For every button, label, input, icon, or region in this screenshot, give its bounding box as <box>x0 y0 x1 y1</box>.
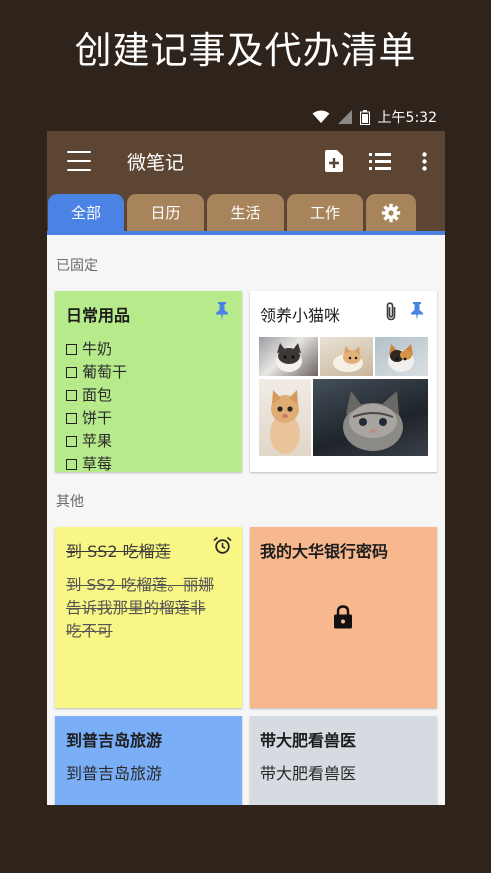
tab-all[interactable]: 全部 <box>48 194 124 231</box>
pin-icon <box>216 302 228 320</box>
note-card-daily[interactable]: 日常用品 牛奶 葡萄干 面包 饼干 苹果 草莓 <box>55 291 242 472</box>
battery-icon <box>359 109 370 125</box>
cat-photo[interactable] <box>375 337 428 376</box>
checklist-item[interactable]: 苹果 <box>66 430 127 453</box>
status-time: 上午5:32 <box>377 110 437 126</box>
section-others-label: 其他 <box>56 494 84 510</box>
tab-life[interactable]: 生活 <box>207 194 284 231</box>
more-options-button[interactable] <box>403 138 445 184</box>
more-vert-icon <box>421 151 427 171</box>
wifi-icon <box>312 110 330 124</box>
list-view-icon <box>369 152 391 170</box>
app-bar: 微笔记 <box>47 131 445 191</box>
checkbox[interactable] <box>66 413 77 424</box>
new-note-icon <box>325 150 343 172</box>
checkbox[interactable] <box>66 436 77 447</box>
list-view-button[interactable] <box>357 138 403 184</box>
gear-icon <box>381 203 401 222</box>
checklist-item[interactable]: 牛奶 <box>66 338 127 361</box>
checklist-item[interactable]: 葡萄干 <box>66 361 127 384</box>
note-card-cats[interactable]: 领养小猫咪 <box>250 291 437 472</box>
checkbox[interactable] <box>66 367 77 378</box>
app-title: 微笔记 <box>127 151 185 174</box>
phone-screen: 上午5:32 微笔记 全部 日历 生活 工作 已固定 日常用品 牛奶 葡萄干 面… <box>47 103 445 805</box>
checklist: 牛奶 葡萄干 面包 饼干 苹果 草莓 <box>66 338 127 472</box>
note-body: 到 SS2 吃榴莲。丽娜 告诉我那里的榴莲非 吃不可 <box>66 576 214 640</box>
cat-photo[interactable] <box>313 379 428 456</box>
lock-icon <box>334 605 352 629</box>
note-title: 我的大华银行密码 <box>260 542 389 561</box>
note-title: 领养小猫咪 <box>260 306 341 325</box>
section-pinned-label: 已固定 <box>56 258 98 274</box>
note-title: 到 SS2 吃榴莲 <box>66 542 171 561</box>
note-body: 带大肥看兽医 <box>260 764 357 783</box>
checkbox[interactable] <box>66 459 77 470</box>
pin-icon <box>411 302 423 320</box>
tab-bar: 全部 日历 生活 工作 <box>47 191 445 231</box>
cat-photo[interactable] <box>320 337 373 376</box>
promo-headline: 创建记事及代办清单 <box>74 29 417 72</box>
checklist-item[interactable]: 面包 <box>66 384 127 407</box>
note-card-phuket[interactable]: 到普吉岛旅游 到普吉岛旅游 <box>55 716 242 805</box>
status-bar: 上午5:32 <box>47 103 445 131</box>
tab-settings[interactable] <box>366 194 416 231</box>
note-card-vet[interactable]: 带大肥看兽医 带大肥看兽医 <box>250 716 437 805</box>
checklist-item[interactable]: 饼干 <box>66 407 127 430</box>
menu-icon[interactable] <box>67 151 91 171</box>
note-title: 日常用品 <box>66 306 131 325</box>
new-note-button[interactable] <box>311 138 357 184</box>
note-title: 到普吉岛旅游 <box>66 731 163 750</box>
checklist-item[interactable]: 草莓 <box>66 453 127 472</box>
note-title: 带大肥看兽医 <box>260 731 357 750</box>
paperclip-icon <box>386 302 396 321</box>
tab-indicator <box>47 231 445 235</box>
tab-work[interactable]: 工作 <box>287 194 363 231</box>
cat-photo[interactable] <box>259 337 318 376</box>
note-card-bank[interactable]: 我的大华银行密码 <box>250 527 437 708</box>
tab-calendar[interactable]: 日历 <box>127 194 204 231</box>
signal-icon <box>337 110 352 124</box>
note-body: 到普吉岛旅游 <box>66 764 163 783</box>
note-card-durian[interactable]: 到 SS2 吃榴莲 到 SS2 吃榴莲。丽娜 告诉我那里的榴莲非 吃不可 <box>55 527 242 708</box>
alarm-icon <box>213 536 232 554</box>
checkbox[interactable] <box>66 344 77 355</box>
cat-photo[interactable] <box>259 379 311 456</box>
checkbox[interactable] <box>66 390 77 401</box>
